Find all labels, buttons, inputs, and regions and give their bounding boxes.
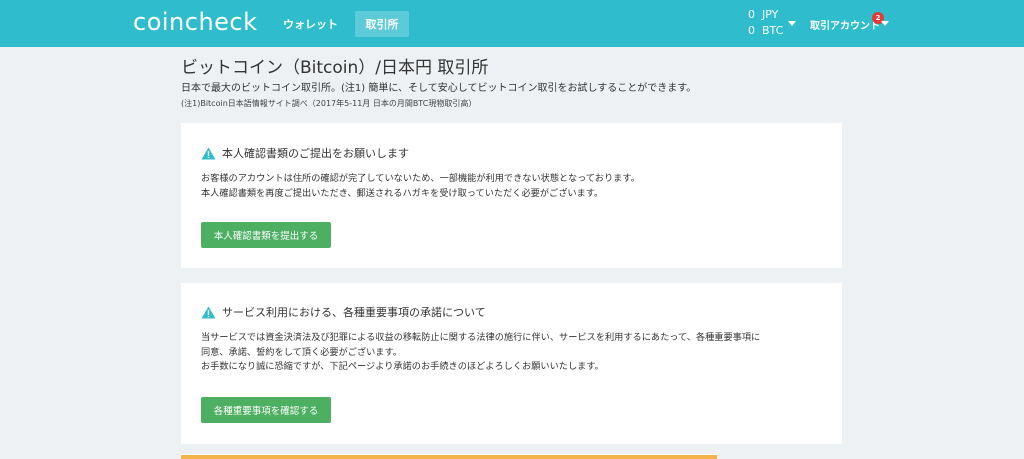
submit-id-documents-button[interactable]: 本人確認書類を提出する: [201, 222, 331, 248]
notice-banner-edge: [181, 455, 717, 459]
nav-exchange-tab[interactable]: 取引所: [355, 11, 409, 37]
page-footnote: (注1)Bitcoin日本語情報サイト調べ（2017年5-11月 日本の月間BT…: [181, 99, 477, 108]
card-body-line: お手数になり誠に恐縮ですが、下記ページより承諾のお手続きのほどよろしくお願いいた…: [201, 361, 604, 372]
balance-dropdown[interactable]: 0 JPY 0 BTC: [748, 7, 783, 39]
warning-icon: [201, 306, 216, 318]
card-body-line: 当サービスでは資金決済法及び犯罪による収益の移転防止に関する法律の施行に伴い、サ…: [201, 332, 761, 343]
warning-icon: [201, 147, 216, 159]
balance-amount: 0: [748, 8, 755, 21]
card-heading-text: 本人確認書類のご提出をお願いします: [222, 147, 409, 160]
coincheck-logo[interactable]: coincheck: [133, 8, 258, 36]
balance-amount: 0: [748, 24, 755, 37]
confirm-terms-button[interactable]: 各種重要事項を確認する: [201, 397, 331, 423]
top-navbar: coincheck ウォレット 取引所 0 JPY 0 BTC 取引アカウント …: [0, 0, 1024, 47]
terms-consent-card: サービス利用における、各種重要事項の承諾について 当サービスでは資金決済法及び犯…: [181, 283, 842, 444]
card-heading-text: サービス利用における、各種重要事項の承諾について: [222, 306, 486, 319]
card-body-line: 同意、承諾、誓約をして頂く必要がございます。: [201, 346, 402, 358]
card-heading: 本人確認書類のご提出をお願いします: [201, 145, 409, 161]
balance-row-jpy: 0 JPY: [748, 7, 783, 23]
account-menu[interactable]: 取引アカウント: [810, 17, 880, 32]
chevron-down-icon[interactable]: [881, 21, 889, 26]
balance-currency: BTC: [762, 24, 784, 37]
card-body-line: 本人確認書類を再度ご提出いただき、郵送されるハガキを受け取っていただく必要がござ…: [201, 187, 604, 199]
card-heading: サービス利用における、各種重要事項の承諾について: [201, 304, 486, 320]
card-body: お客様のアカウントは住所の確認が完了していないため、一部機能が利用できない状態と…: [201, 172, 640, 201]
balance-row-btc: 0 BTC: [748, 23, 783, 39]
chevron-down-icon[interactable]: [788, 21, 796, 26]
identity-verification-card: 本人確認書類のご提出をお願いします お客様のアカウントは住所の確認が完了していな…: [181, 123, 842, 268]
card-body-line: お客様のアカウントは住所の確認が完了していないため、一部機能が利用できない状態と…: [201, 173, 640, 184]
balance-currency: JPY: [762, 8, 779, 21]
nav-wallet-link[interactable]: ウォレット: [283, 16, 338, 32]
page-subtitle: 日本で最大のビットコイン取引所。(注1) 簡単に、そして安心してビットコイン取引…: [181, 83, 697, 94]
card-body: 当サービスでは資金決済法及び犯罪による収益の移転防止に関する法律の施行に伴い、サ…: [201, 331, 760, 375]
page-title: ビットコイン（Bitcoin）/日本円 取引所: [181, 58, 489, 78]
